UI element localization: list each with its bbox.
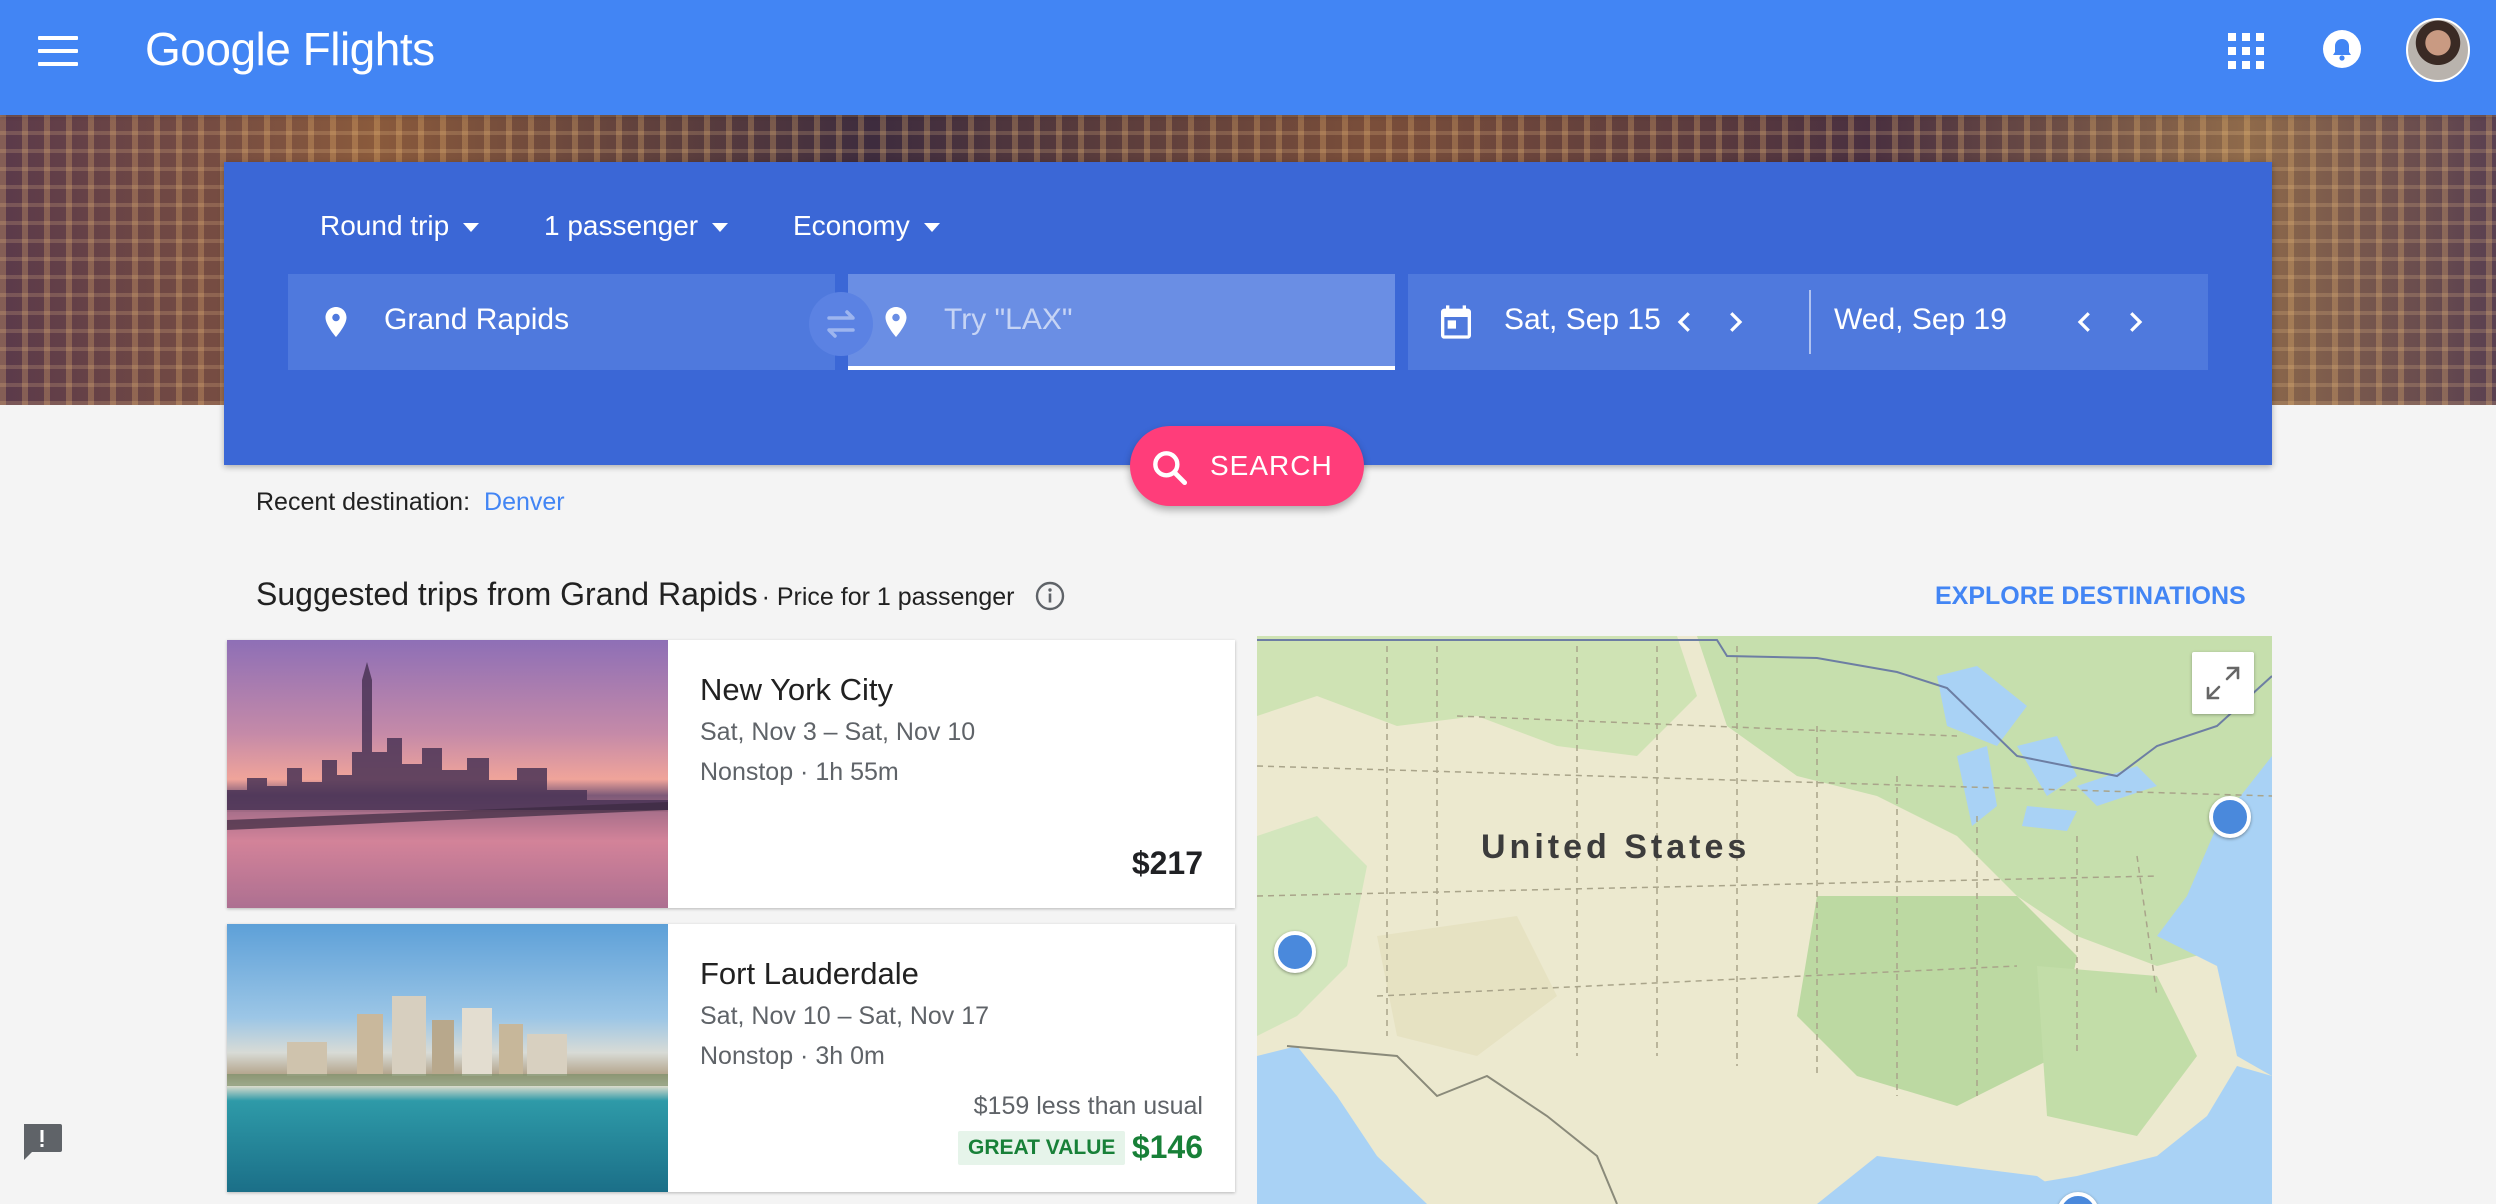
trip-savings: $159 less than usual: [973, 1092, 1203, 1120]
trip-stops: Nonstop · 1h 55m: [700, 758, 899, 786]
recent-destination: Recent destination: Denver: [256, 488, 565, 517]
trip-dates: Sat, Nov 10 – Sat, Nov 17: [700, 1002, 990, 1030]
departure-date: Sat, Sep 15: [1504, 303, 1661, 336]
destination-placeholder: Try "LAX": [944, 303, 1073, 336]
city-skyline-image: [227, 662, 668, 908]
trip-photo: [227, 924, 668, 1192]
location-pin-icon: [325, 307, 347, 337]
return-prev-chevron-icon[interactable]: [2070, 304, 2100, 340]
notifications-bell-icon[interactable]: [2322, 29, 2362, 69]
cabin-class-label: Economy: [793, 210, 910, 241]
return-date: Wed, Sep 19: [1834, 303, 2007, 336]
great-value-badge: GREAT VALUE: [958, 1131, 1126, 1165]
origin-field[interactable]: Grand Rapids: [288, 274, 835, 370]
origin-value: Grand Rapids: [384, 303, 570, 336]
cabin-class-select[interactable]: Economy: [793, 210, 940, 242]
trip-card-new-york[interactable]: New York City Sat, Nov 3 – Sat, Nov 10 N…: [227, 640, 1235, 908]
destinations-map[interactable]: United States: [1257, 636, 2272, 1204]
fullscreen-expand-icon: [2206, 666, 2240, 700]
search-icon: [1153, 451, 1188, 486]
return-next-chevron-icon[interactable]: [2120, 304, 2150, 340]
swap-arrows-icon: [827, 310, 855, 338]
recent-label: Recent destination:: [256, 488, 471, 516]
app-logo[interactable]: Google Flights: [145, 22, 435, 76]
trip-city: New York City: [700, 672, 893, 707]
trip-price: $217: [1131, 845, 1203, 881]
beach-skyline-image: [227, 996, 668, 1086]
app-header: Google Flights: [0, 0, 2496, 115]
trip-type-caret-icon: [463, 223, 480, 233]
explore-destinations-link[interactable]: EXPLORE DESTINATIONS: [1935, 582, 2246, 611]
user-avatar[interactable]: [2406, 18, 2470, 82]
destination-field[interactable]: Try "LAX": [848, 274, 1395, 370]
map-terrain: [1257, 636, 2272, 1204]
trip-photo: [227, 640, 668, 908]
suggested-title: Suggested trips from Grand Rapids: [256, 576, 758, 612]
trip-city: Fort Lauderdale: [700, 956, 919, 991]
map-destination-pin[interactable]: [2209, 796, 2251, 838]
trip-dates: Sat, Nov 3 – Sat, Nov 10: [700, 718, 976, 746]
passenger-select[interactable]: 1 passenger: [544, 210, 729, 242]
trip-price: $146: [1131, 1129, 1203, 1165]
trip-type-label: Round trip: [320, 210, 450, 241]
brand-flights: Flights: [302, 23, 435, 75]
map-destination-pin[interactable]: [1274, 931, 1316, 973]
feedback-icon[interactable]: [20, 1122, 64, 1162]
hamburger-menu-icon[interactable]: [38, 36, 78, 66]
trip-type-select[interactable]: Round trip: [320, 210, 480, 242]
departure-prev-chevron-icon[interactable]: [1670, 304, 1700, 340]
date-picker[interactable]: Sat, Sep 15 Wed, Sep 19: [1408, 274, 2208, 370]
calendar-icon: [1441, 305, 1471, 339]
cabin-caret-icon: [923, 223, 940, 233]
passenger-label: 1 passenger: [544, 210, 699, 241]
location-pin-icon: [885, 307, 907, 337]
apps-grid-icon[interactable]: [2228, 33, 2264, 69]
recent-destination-link[interactable]: Denver: [484, 488, 565, 516]
suggested-trips-heading: Suggested trips from Grand Rapids · Price…: [256, 576, 1014, 613]
info-icon[interactable]: [1034, 580, 1066, 612]
swap-origin-destination-button[interactable]: [809, 292, 873, 356]
passenger-caret-icon: [712, 223, 729, 233]
trip-card-fort-lauderdale[interactable]: Fort Lauderdale Sat, Nov 10 – Sat, Nov 1…: [227, 924, 1235, 1192]
map-country-label: United States: [1481, 828, 1751, 866]
suggested-subtitle: · Price for 1 passenger: [761, 583, 1015, 611]
trip-stops: Nonstop · 3h 0m: [700, 1042, 885, 1070]
brand-google: Google: [145, 23, 291, 75]
search-panel: Round trip 1 passenger Economy Grand Rap…: [224, 162, 2272, 465]
date-divider: [1809, 290, 1811, 354]
search-button-label: SEARCH: [1210, 450, 1333, 481]
search-button[interactable]: SEARCH: [1130, 426, 1364, 506]
departure-next-chevron-icon[interactable]: [1720, 304, 1750, 340]
expand-map-button[interactable]: [2192, 652, 2254, 714]
